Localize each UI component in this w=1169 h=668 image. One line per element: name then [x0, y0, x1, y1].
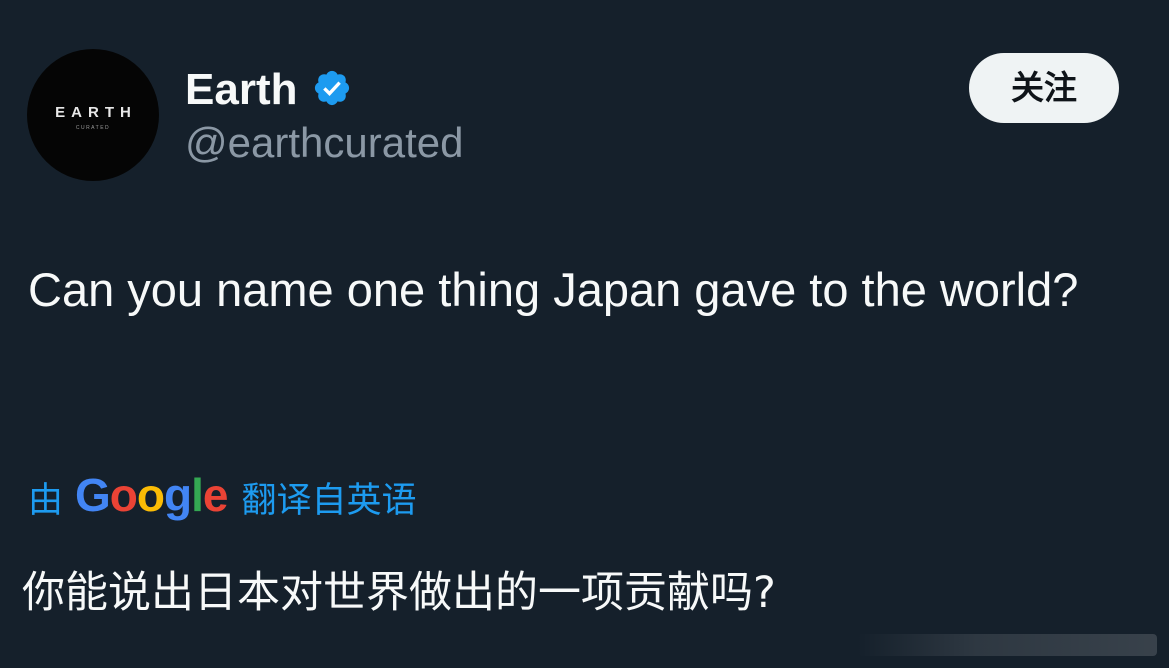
translation-prefix: 由	[28, 480, 64, 521]
translation-attribution[interactable]: 由 Google 翻译自英语	[28, 468, 417, 526]
google-letter-e: e	[202, 469, 229, 521]
avatar[interactable]: EARTH CURATED	[27, 49, 159, 181]
google-letter-o1: o	[109, 469, 138, 521]
google-logo: Google	[75, 468, 229, 522]
google-letter-g: G	[75, 469, 111, 521]
verified-badge-icon	[314, 70, 350, 106]
follow-button[interactable]: 关注	[969, 53, 1119, 123]
avatar-logo-subtext: CURATED	[75, 125, 111, 131]
translated-tweet-text: 你能说出日本对世界做出的一项贡献吗?	[22, 568, 776, 618]
google-letter-g2: g	[164, 469, 192, 521]
tweet-card: EARTH CURATED Earth @earthcurated 关注 Can…	[0, 0, 1169, 668]
display-name[interactable]: Earth	[185, 64, 297, 116]
google-letter-l: l	[191, 469, 204, 521]
avatar-logo-text: EARTH	[55, 104, 137, 121]
account-handle[interactable]: @earthcurated	[185, 118, 463, 168]
translation-suffix: 翻译自英语	[241, 480, 417, 521]
tweet-text: Can you name one thing Japan gave to the…	[28, 263, 1079, 316]
watermark	[857, 634, 1157, 656]
google-letter-o2: o	[136, 469, 165, 521]
